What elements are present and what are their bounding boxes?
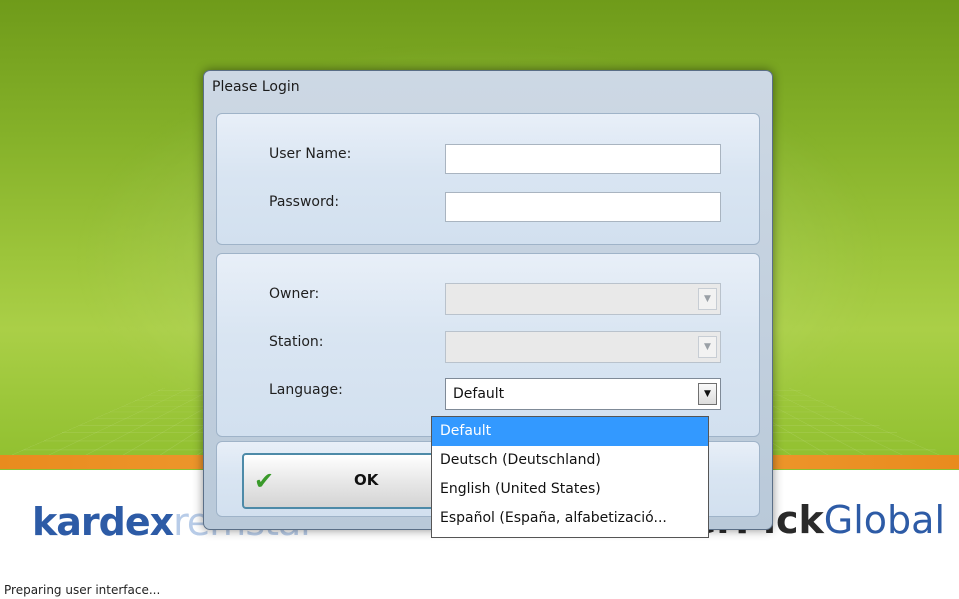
station-select[interactable]: ▼ [445,331,721,363]
ok-button[interactable]: ✔ OK [242,453,462,509]
chevron-down-icon[interactable]: ▼ [698,383,717,405]
owner-label: Owner: [269,286,320,302]
language-select-value: Default [453,386,505,402]
dialog-title: Please Login [212,79,300,95]
language-option-deutsch[interactable]: Deutsch (Deutschland) [432,446,708,475]
language-dropdown-list: Default Deutsch (Deutschland) English (U… [431,416,709,538]
password-label: Password: [269,194,340,210]
language-option-default[interactable]: Default [432,417,708,446]
credentials-panel: User Name: Password: [216,113,760,245]
language-option-english[interactable]: English (United States) [432,475,708,504]
settings-panel: Owner: ▼ Station: ▼ Language: Default ▼ [216,253,760,437]
ok-button-label: OK [354,471,379,489]
chevron-down-icon: ▼ [698,288,717,310]
status-text: Preparing user interface... [4,583,161,597]
user-name-input[interactable] [445,144,721,174]
user-name-label: User Name: [269,146,352,162]
password-input[interactable] [445,192,721,222]
language-option-espanol[interactable]: Español (España, alfabetizació... [432,504,708,533]
station-label: Station: [269,334,324,350]
language-label: Language: [269,382,343,398]
chevron-down-icon: ▼ [698,336,717,358]
language-select[interactable]: Default ▼ [445,378,721,410]
owner-select[interactable]: ▼ [445,283,721,315]
checkmark-icon: ✔ [254,467,275,495]
